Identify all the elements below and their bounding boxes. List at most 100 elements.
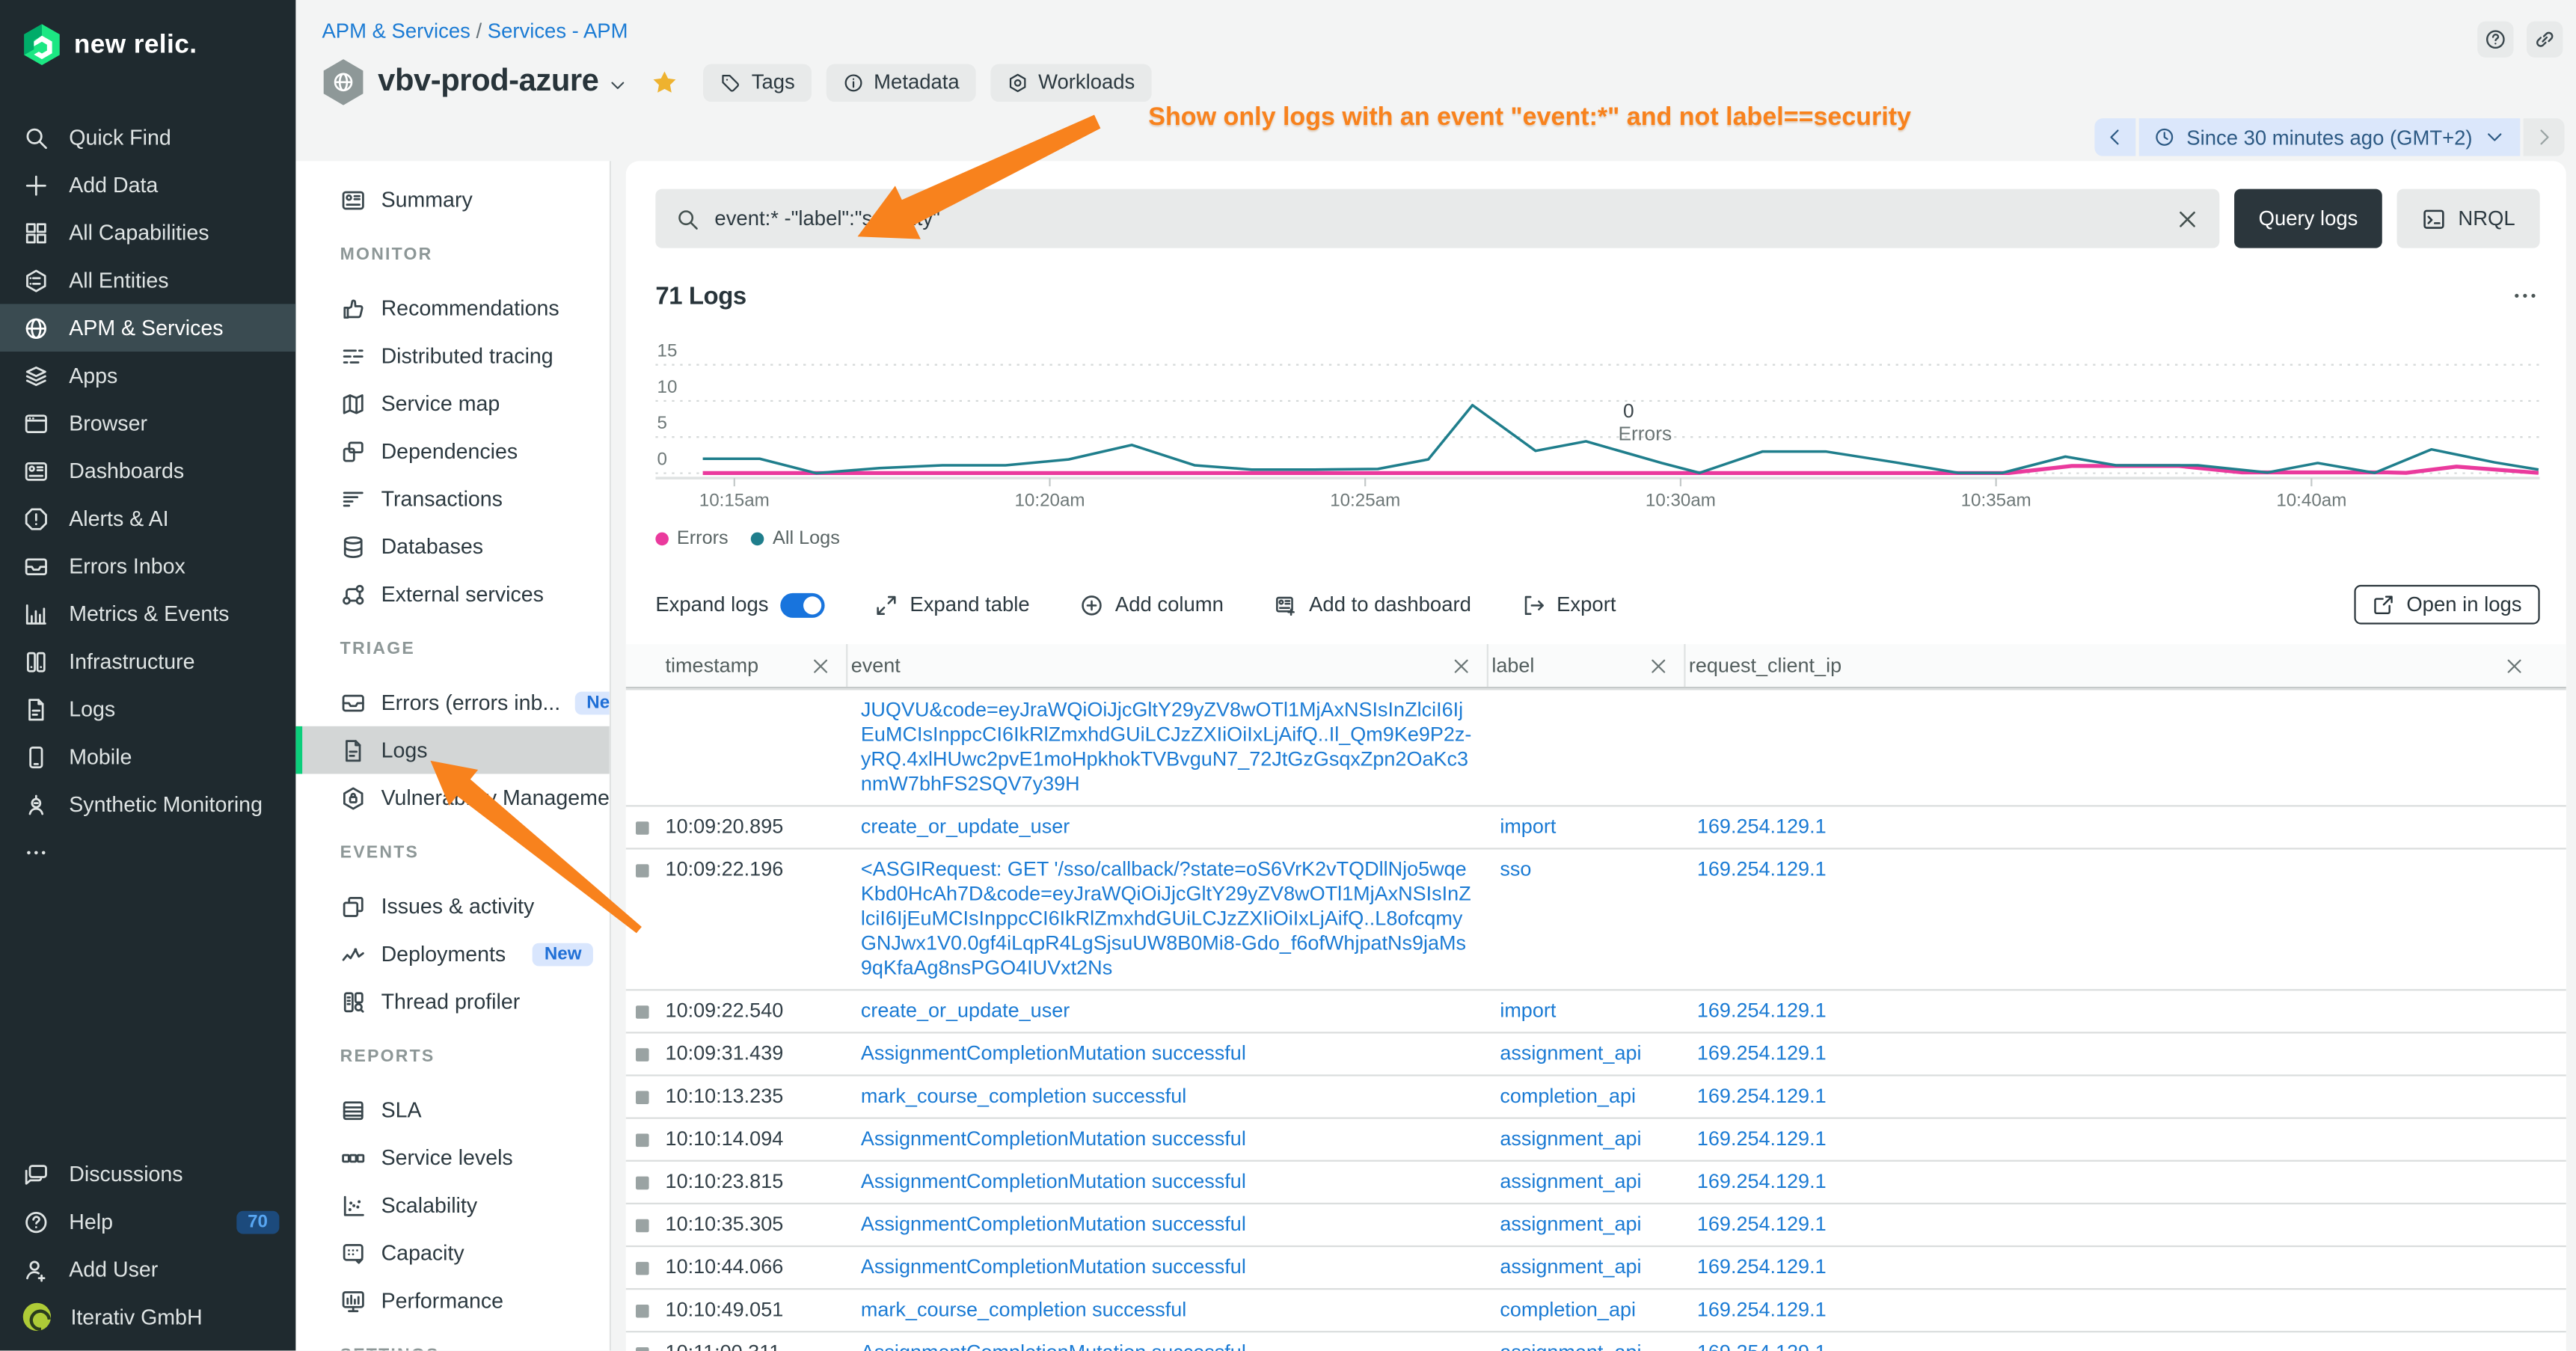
log-client-ip-link[interactable]: 169.254.129.1 [1697, 858, 1827, 881]
log-client-ip-link[interactable]: 169.254.129.1 [1697, 1085, 1827, 1108]
open-in-logs-button[interactable]: Open in logs [2354, 585, 2540, 625]
sidebar-item-iterativ-gmbh[interactable]: Iterativ GmbH [0, 1293, 295, 1341]
metadata-button[interactable]: Metadata [826, 64, 975, 102]
log-row[interactable]: 10:10:44.066AssignmentCompletionMutation… [626, 1246, 2566, 1288]
subnav-item-capacity[interactable]: Capacity [295, 1229, 610, 1277]
log-event-link[interactable]: AssignmentCompletionMutation successful [861, 1341, 1246, 1351]
log-row[interactable]: 10:09:31.439AssignmentCompletionMutation… [626, 1032, 2566, 1074]
log-event-link[interactable]: AssignmentCompletionMutation successful [861, 1255, 1246, 1278]
log-client-ip-link[interactable]: 169.254.129.1 [1697, 815, 1827, 838]
subnav-item-logs[interactable]: Logs [295, 726, 610, 774]
panel-menu-ellipsis-icon[interactable] [2510, 281, 2540, 311]
log-client-ip-link[interactable]: 169.254.129.1 [1697, 999, 1827, 1022]
add-column-button[interactable]: Add column [1079, 592, 1224, 617]
log-label-link[interactable]: assignment_api [1500, 1170, 1641, 1193]
sidebar-item-metrics-events[interactable]: Metrics & Events [0, 590, 295, 638]
sidebar-item-logs[interactable]: Logs [0, 685, 295, 733]
row-checkbox[interactable] [636, 1177, 649, 1190]
row-checkbox[interactable] [636, 1005, 649, 1019]
log-row[interactable]: 10:11:00.311AssignmentCompletionMutation… [626, 1331, 2566, 1351]
log-label-link[interactable]: assignment_api [1500, 1255, 1641, 1278]
log-row[interactable]: 10:10:13.235mark_course_completion succe… [626, 1074, 2566, 1117]
remove-column-icon[interactable] [2503, 655, 2525, 676]
subnav-item-scalability[interactable]: Scalability [295, 1181, 610, 1229]
log-client-ip-link[interactable]: 169.254.129.1 [1697, 1042, 1827, 1065]
row-checkbox[interactable] [636, 1262, 649, 1275]
log-row[interactable]: 10:10:14.094AssignmentCompletionMutation… [626, 1118, 2566, 1160]
subnav-item-thread-profiler[interactable]: Thread profiler [295, 978, 610, 1026]
breadcrumb-link-services-apm[interactable]: Services - APM [488, 19, 628, 43]
log-client-ip-link[interactable]: 169.254.129.1 [1697, 1255, 1827, 1278]
clear-search-icon[interactable] [2175, 206, 2200, 231]
log-client-ip-link[interactable]: 169.254.129.1 [1697, 1170, 1827, 1193]
log-event-link[interactable]: mark_course_completion successful [861, 1298, 1186, 1321]
log-label-link[interactable]: assignment_api [1500, 1042, 1641, 1065]
log-event-link[interactable]: create_or_update_user [861, 999, 1070, 1022]
sidebar-item-dashboards[interactable]: Dashboards [0, 447, 295, 494]
log-event-link[interactable]: AssignmentCompletionMutation successful [861, 1170, 1246, 1193]
log-label-link[interactable]: import [1500, 815, 1556, 838]
log-row[interactable]: 10:10:49.051mark_course_completion succe… [626, 1288, 2566, 1331]
newrelic-logo[interactable]: new relic. [0, 0, 295, 91]
log-row[interactable]: 10:10:23.815AssignmentCompletionMutation… [626, 1160, 2566, 1203]
tags-button[interactable]: Tags [704, 64, 812, 102]
log-row[interactable]: 10:09:22.196<ASGIRequest: GET '/sso/call… [626, 848, 2566, 989]
log-event-link[interactable]: create_or_update_user [861, 815, 1070, 838]
log-row[interactable]: 10:09:20.895create_or_update_userimport1… [626, 805, 2566, 848]
row-checkbox[interactable] [636, 1048, 649, 1062]
log-label-link[interactable]: assignment_api [1500, 1341, 1641, 1351]
row-checkbox[interactable] [636, 1091, 649, 1104]
subnav-item-performance[interactable]: Performance [295, 1277, 610, 1325]
sidebar-item-infrastructure[interactable]: Infrastructure [0, 637, 295, 685]
subnav-item-vulnerability-management[interactable]: Vulnerability Management [295, 774, 610, 822]
subnav-item-transactions[interactable]: Transactions [295, 475, 610, 523]
workloads-button[interactable]: Workloads [990, 64, 1151, 102]
subnav-item-external-services[interactable]: External services [295, 570, 610, 618]
log-event-link[interactable]: AssignmentCompletionMutation successful [861, 1042, 1246, 1065]
logs-search-input[interactable]: event:* -"label":"security" [655, 189, 2219, 248]
expand-logs-toggle[interactable] [780, 592, 824, 617]
log-row[interactable]: 10:10:35.305AssignmentCompletionMutation… [626, 1203, 2566, 1246]
sidebar-item-all-entities[interactable]: All Entities [0, 257, 295, 304]
log-label-link[interactable]: import [1500, 999, 1556, 1022]
sidebar-item-discussions[interactable]: Discussions [0, 1150, 295, 1198]
breadcrumb-link-apm-services[interactable]: APM & Services [322, 19, 470, 43]
sidebar-item-apm-services[interactable]: APM & Services [0, 304, 295, 352]
subnav-item-deployments[interactable]: DeploymentsNew [295, 930, 610, 978]
row-checkbox[interactable] [636, 864, 649, 877]
sidebar-item-all-capabilities[interactable]: All Capabilities [0, 209, 295, 257]
log-event-link[interactable]: <ASGIRequest: GET '/sso/callback/?state=… [861, 858, 1471, 980]
time-range-selector[interactable]: Since 30 minutes ago (GMT+2) [2139, 118, 2521, 156]
time-back-button[interactable] [2094, 118, 2135, 156]
sidebar-item-mobile[interactable]: Mobile [0, 733, 295, 781]
log-label-link[interactable]: completion_api [1500, 1298, 1636, 1321]
log-event-link[interactable]: AssignmentCompletionMutation successful [861, 1127, 1246, 1151]
subnav-item-service-levels[interactable]: Service levels [295, 1134, 610, 1182]
sidebar-item-help[interactable]: Help70 [0, 1198, 295, 1246]
subnav-item-recommendations[interactable]: Recommendations [295, 284, 610, 332]
row-checkbox[interactable] [636, 1219, 649, 1233]
sidebar-item-add-user[interactable]: Add User [0, 1246, 295, 1293]
entity-dropdown-chevron-icon[interactable] [609, 76, 628, 95]
log-client-ip-link[interactable]: 169.254.129.1 [1697, 1127, 1827, 1151]
subnav-item-issues-activity[interactable]: Issues & activity [295, 882, 610, 930]
favorite-star-icon[interactable] [651, 68, 679, 96]
subnav-item-databases[interactable]: Databases [295, 522, 610, 570]
remove-column-icon[interactable] [1450, 655, 1472, 676]
row-checkbox[interactable] [636, 1134, 649, 1148]
row-checkbox[interactable] [636, 1347, 649, 1351]
log-label-link[interactable]: assignment_api [1500, 1127, 1641, 1151]
legend-item-all-logs[interactable]: All Logs [751, 529, 839, 548]
query-logs-button[interactable]: Query logs [2234, 189, 2383, 248]
legend-item-errors[interactable]: Errors [655, 529, 728, 548]
log-client-ip-link[interactable]: 169.254.129.1 [1697, 1298, 1827, 1321]
time-forward-button[interactable] [2524, 118, 2565, 156]
log-label-link[interactable]: assignment_api [1500, 1213, 1641, 1236]
help-button[interactable] [2477, 22, 2513, 58]
nrql-button[interactable]: NRQL [2397, 189, 2540, 248]
sidebar-item-more[interactable] [0, 828, 295, 876]
subnav-item-distributed-tracing[interactable]: Distributed tracing [295, 332, 610, 380]
subnav-item-sla[interactable]: SLA [295, 1086, 610, 1134]
add-to-dashboard-button[interactable]: Add to dashboard [1273, 592, 1471, 617]
log-label-link[interactable]: completion_api [1500, 1085, 1636, 1108]
